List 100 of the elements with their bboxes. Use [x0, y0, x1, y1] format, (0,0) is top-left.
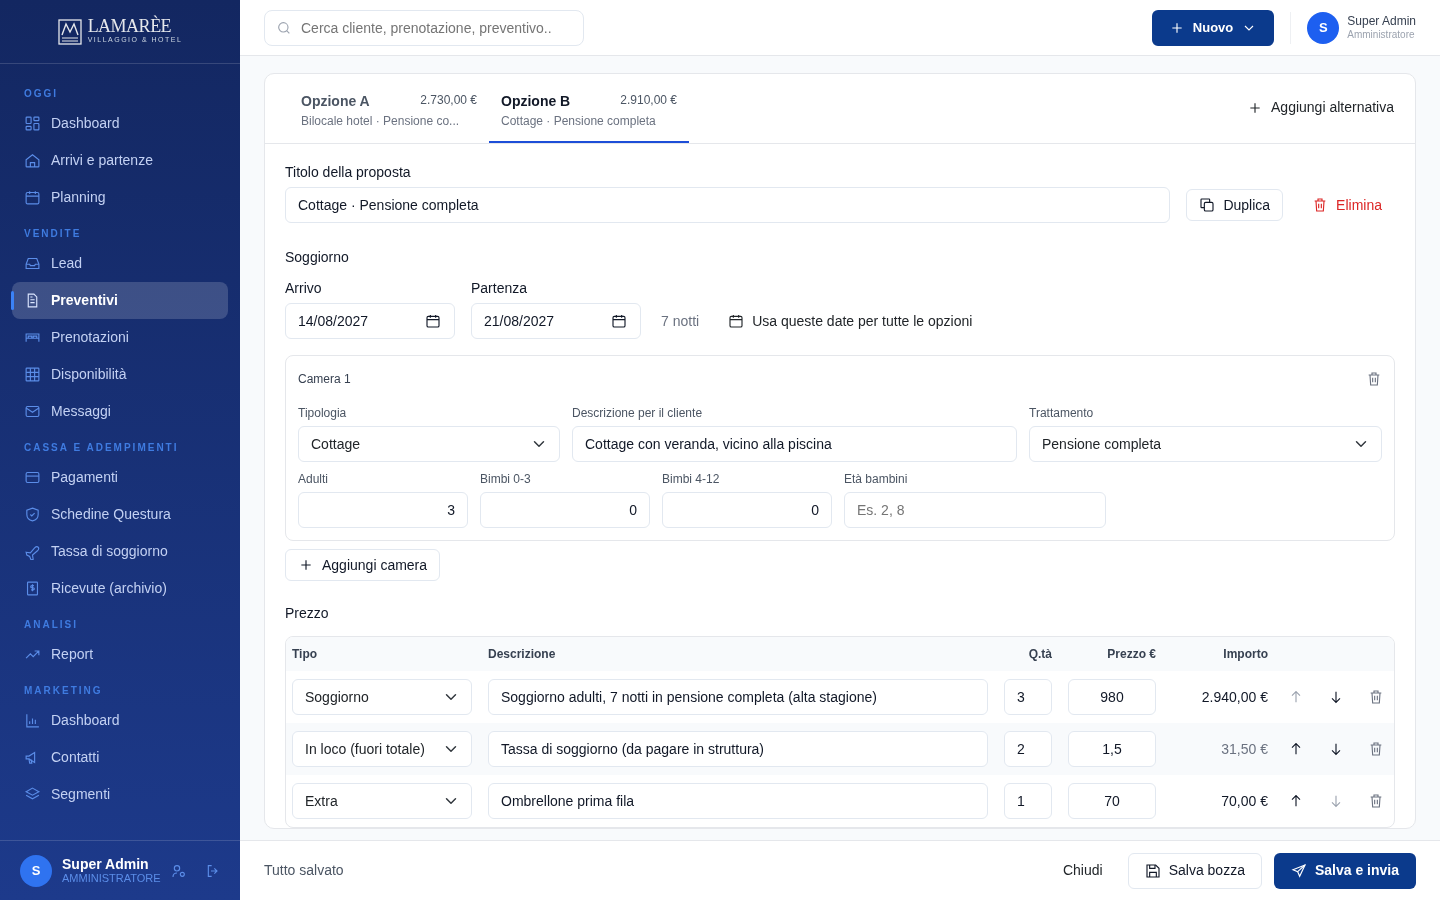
children-ages-field[interactable]: Es. 2, 8	[844, 492, 1106, 528]
user-role: AMMINISTRATORE	[62, 872, 161, 886]
column-header: Tipo	[292, 647, 318, 661]
nav-item[interactable]: Contatti	[12, 739, 228, 776]
section-heading: Soggiorno	[285, 248, 350, 267]
column-header: Descrizione	[488, 647, 556, 661]
trash-icon	[1368, 741, 1384, 757]
account-settings-button[interactable]	[170, 862, 187, 879]
option-tab[interactable]: Opzione B 2.910,00 € Cottage · Pensione completa	[489, 91, 689, 143]
nav-section-title: VENDITE	[23, 227, 83, 241]
unit-price-field[interactable]: 980	[1068, 679, 1156, 715]
nav-section-title: MARKETING	[23, 684, 104, 698]
nav-item[interactable]: Pagamenti	[12, 459, 228, 496]
calendar-icon	[728, 313, 745, 329]
field-label: Bimbi 4-12	[662, 471, 721, 488]
line-description-field[interactable]: Tassa di soggiorno (da pagare in struttura)	[488, 731, 988, 767]
field-label: Descrizione per il cliente	[572, 405, 704, 422]
inbox-icon	[24, 255, 41, 272]
quantity-field[interactable]: 3	[1004, 679, 1052, 715]
field-label: Arrivo	[285, 279, 323, 298]
board-select[interactable]: Pensione completa	[1029, 426, 1382, 462]
line-type-select[interactable]: In loco (fuori totale)	[292, 731, 472, 767]
line-amount: 70,00 €	[1221, 792, 1268, 809]
arrival-date-field[interactable]: 14/08/2027	[285, 303, 455, 339]
search-icon	[276, 19, 292, 36]
line-description-field[interactable]: Ombrellone prima fila	[488, 783, 988, 819]
column-header: Q.tà	[1028, 647, 1052, 661]
airplane-icon	[24, 543, 41, 560]
close-button[interactable]: Chiudi	[1049, 853, 1116, 888]
user-name: Super Admin	[62, 855, 150, 873]
grid-icon	[24, 366, 41, 383]
field-label: Tipologia	[298, 405, 348, 422]
bar-chart-icon	[24, 712, 41, 729]
line-amount: 31,50 €	[1221, 740, 1268, 757]
delete-button[interactable]: Elimina	[1299, 187, 1395, 223]
nav-item[interactable]: Schedine Questura	[12, 496, 228, 533]
envelope-icon	[24, 403, 41, 420]
nav-item[interactable]: Tassa di soggiorno	[12, 533, 228, 570]
departure-date-field[interactable]: 21/08/2027	[471, 303, 641, 339]
nav-item[interactable]: Preventivi	[12, 282, 228, 319]
credit-card-icon	[24, 469, 41, 486]
add-room-button[interactable]: Aggiungi camera	[285, 549, 441, 581]
save-status: Tutto salvato	[264, 861, 344, 880]
guest-count-field[interactable]: 3	[298, 492, 468, 528]
unit-price-field[interactable]: 1,5	[1068, 731, 1156, 767]
nav-item[interactable]: Arrivi e partenze	[12, 142, 228, 179]
add-alternative-button[interactable]: Aggiungi alternativa	[1234, 90, 1407, 125]
delete-room-button[interactable]	[1366, 371, 1382, 387]
field-label: Partenza	[471, 279, 529, 298]
nav-item[interactable]: Prenotazioni	[12, 319, 228, 356]
field-label: Età bambini	[844, 471, 909, 488]
plus-icon	[298, 557, 314, 573]
room-title: Camera 1	[298, 371, 351, 388]
proposal-title-field[interactable]: Cottage · Pensione completa	[285, 187, 1171, 223]
quantity-field[interactable]: 1	[1004, 783, 1052, 819]
calendar-icon	[24, 189, 41, 206]
option-tab[interactable]: Opzione A 2.730,00 € Bilocale hotel · Pensione co...	[289, 91, 489, 143]
guest-count-field[interactable]: 0	[480, 492, 650, 528]
duplicate-button[interactable]: Duplica	[1186, 189, 1284, 221]
shield-check-icon	[24, 506, 41, 523]
search-field[interactable]: Cerca cliente, prenotazione, preventivo..	[264, 9, 584, 46]
nav-item[interactable]: Disponibilità	[12, 356, 228, 393]
room-description-field[interactable]: Cottage con veranda, vicino alla piscina	[572, 426, 1017, 462]
new-button[interactable]: Nuovo	[1151, 9, 1275, 46]
user-settings-icon	[170, 862, 187, 879]
nav-item[interactable]: Planning	[12, 179, 228, 216]
field-label: Bimbi 0-3	[480, 471, 532, 488]
nav-section-title: CASSA E ADEMPIMENTI	[23, 441, 180, 455]
column-header: Importo	[1223, 647, 1268, 661]
trash-icon	[1368, 689, 1384, 705]
unit-price-field[interactable]: 70	[1068, 783, 1156, 819]
line-type-select[interactable]: Extra	[292, 783, 472, 819]
nav-section-title: OGGI	[23, 87, 60, 101]
calendar-icon	[425, 313, 441, 329]
line-amount: 2.940,00 €	[1201, 688, 1268, 705]
guest-count-field[interactable]: 0	[662, 492, 832, 528]
house-icon	[24, 152, 41, 169]
nav-item[interactable]: Lead	[12, 245, 228, 282]
nav-item[interactable]: Ricevute (archivio)	[12, 570, 228, 607]
save-draft-button[interactable]: Salva bozza	[1127, 852, 1262, 889]
receipt-icon	[24, 580, 41, 597]
line-type-select[interactable]: Soggiorno	[292, 679, 472, 715]
room-type-select[interactable]: Cottage	[298, 426, 560, 462]
apply-dates-button[interactable]: Usa queste date per tutte le opzioni	[715, 303, 986, 339]
calendar-icon	[611, 313, 627, 329]
trash-icon	[1366, 371, 1382, 387]
user-name: Super Admin	[1347, 14, 1416, 29]
nav-item[interactable]: Messaggi	[12, 393, 228, 430]
save-and-send-button[interactable]: Salva e invia	[1273, 852, 1416, 889]
field-label: Trattamento	[1029, 405, 1095, 422]
logo-wordmark: LAMARÈE	[87, 17, 173, 36]
nav-item[interactable]: Report	[12, 636, 228, 673]
line-description-field[interactable]: Soggiorno adulti, 7 notti in pensione completa (alta stagione)	[488, 679, 988, 715]
quantity-field[interactable]: 2	[1004, 731, 1052, 767]
nav-item[interactable]: Dashboard	[12, 105, 228, 142]
user-role: Amministratore	[1347, 28, 1416, 41]
nav-item[interactable]: Dashboard	[12, 702, 228, 739]
nav-item[interactable]: Segmenti	[12, 776, 228, 813]
paper-plane-icon	[1290, 862, 1307, 879]
nights-count: 7 notti	[661, 312, 700, 331]
